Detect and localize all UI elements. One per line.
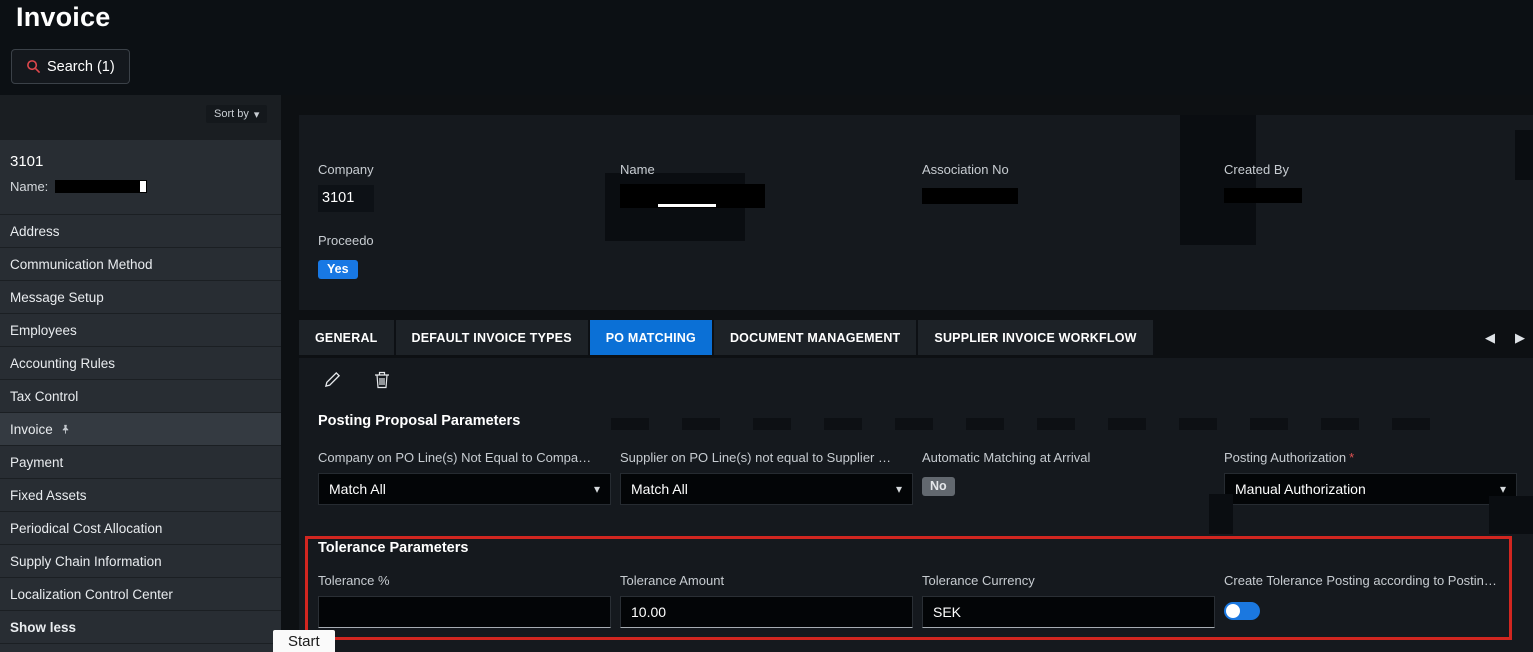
tab-supplier-invoice-workflow[interactable]: SUPPLIER INVOICE WORKFLOW bbox=[918, 320, 1155, 355]
sidebar: Sort by ▾ 3101 Name: Address Communicati… bbox=[0, 95, 281, 652]
field-created-by: Created By bbox=[1224, 162, 1526, 212]
po-matching-panel: Posting Proposal Parameters Company on P… bbox=[299, 358, 1533, 652]
tolerance-amount-input[interactable] bbox=[620, 596, 913, 628]
sidebar-item-employees[interactable]: Employees bbox=[0, 314, 281, 347]
field-tolerance-amount: Tolerance Amount bbox=[620, 573, 913, 628]
company-po-match-label: Company on PO Line(s) Not Equal to Compa… bbox=[318, 450, 592, 465]
field-association-no: Association No bbox=[922, 162, 1224, 212]
tab-document-management[interactable]: DOCUMENT MANAGEMENT bbox=[713, 320, 919, 355]
toolbar bbox=[321, 371, 393, 393]
field-supplier-po-match: Supplier on PO Line(s) not equal to Supp… bbox=[620, 450, 913, 505]
supplier-po-match-select[interactable]: Match All ▾ bbox=[620, 473, 913, 505]
record-name-label: Name: bbox=[10, 179, 49, 194]
name-label: Name bbox=[620, 162, 655, 177]
field-tolerance-currency: Tolerance Currency bbox=[922, 573, 1215, 628]
sidebar-item-tax-control[interactable]: Tax Control bbox=[0, 380, 281, 413]
start-button[interactable]: Start bbox=[273, 630, 335, 652]
created-by-label: Created By bbox=[1224, 162, 1290, 177]
tolerance-currency-input[interactable] bbox=[922, 596, 1215, 628]
tab-bar: GENERAL DEFAULT INVOICE TYPES PO MATCHIN… bbox=[299, 320, 1533, 355]
field-company: Company 3101 bbox=[318, 162, 620, 212]
pin-icon bbox=[60, 424, 71, 435]
redacted-row bbox=[611, 418, 1430, 430]
chevron-down-icon: ▾ bbox=[1499, 482, 1506, 496]
proceedo-badge: Yes bbox=[318, 260, 358, 279]
trash-icon bbox=[374, 371, 390, 394]
pencil-icon bbox=[324, 371, 341, 393]
sidebar-item-message-setup[interactable]: Message Setup bbox=[0, 281, 281, 314]
sidebar-item-accounting-rules[interactable]: Accounting Rules bbox=[0, 347, 281, 380]
chevron-down-icon: ▾ bbox=[593, 482, 600, 496]
sidebar-nav: Address Communication Method Message Set… bbox=[0, 215, 281, 644]
sort-by-button[interactable]: Sort by ▾ bbox=[206, 105, 268, 123]
automatic-matching-badge: No bbox=[922, 477, 955, 496]
tolerance-section-title: Tolerance Parameters bbox=[318, 540, 469, 556]
sidebar-item-invoice[interactable]: Invoice bbox=[0, 413, 281, 446]
field-posting-authorization: Posting Authorization * Manual Authorizat… bbox=[1224, 450, 1517, 505]
delete-button[interactable] bbox=[371, 371, 393, 393]
search-button[interactable]: Search (1) bbox=[11, 49, 130, 84]
edit-button[interactable] bbox=[321, 371, 343, 393]
posting-authorization-label: Posting Authorization * bbox=[1224, 450, 1355, 465]
tab-scroll-right-icon[interactable]: ▶ bbox=[1515, 330, 1525, 346]
redacted-association-value bbox=[922, 188, 1018, 204]
field-name: Name bbox=[620, 162, 922, 212]
summary-card: Company 3101 Name Association No Created… bbox=[299, 115, 1533, 310]
proceedo-label: Proceedo bbox=[318, 233, 374, 248]
sidebar-item-periodical-cost-allocation[interactable]: Periodical Cost Allocation bbox=[0, 512, 281, 545]
search-button-label: Search (1) bbox=[47, 58, 115, 75]
search-icon bbox=[26, 59, 41, 74]
page-title: Invoice bbox=[16, 2, 111, 32]
posting-authorization-select[interactable]: Manual Authorization ▾ bbox=[1224, 473, 1517, 505]
supplier-po-match-label: Supplier on PO Line(s) not equal to Supp… bbox=[620, 450, 891, 465]
tolerance-percent-input[interactable] bbox=[318, 596, 611, 628]
record-id: 3101 bbox=[10, 153, 44, 170]
redacted-name-value bbox=[620, 184, 765, 208]
redacted-block bbox=[1489, 496, 1533, 534]
sidebar-item-supply-chain-information[interactable]: Supply Chain Information bbox=[0, 545, 281, 578]
field-proceedo: Proceedo Yes bbox=[318, 233, 374, 279]
record-header[interactable]: 3101 Name: bbox=[0, 140, 281, 215]
sidebar-item-localization-control-center[interactable]: Localization Control Center bbox=[0, 578, 281, 611]
tab-default-invoice-types[interactable]: DEFAULT INVOICE TYPES bbox=[395, 320, 590, 355]
tolerance-currency-label: Tolerance Currency bbox=[922, 573, 1035, 588]
field-tolerance-percent: Tolerance % bbox=[318, 573, 611, 628]
chevron-down-icon: ▾ bbox=[895, 482, 902, 496]
sidebar-item-address[interactable]: Address bbox=[0, 215, 281, 248]
sidebar-item-fixed-assets[interactable]: Fixed Assets bbox=[0, 479, 281, 512]
tolerance-posting-toggle[interactable] bbox=[1224, 602, 1260, 620]
field-company-po-match: Company on PO Line(s) Not Equal to Compa… bbox=[318, 450, 611, 505]
automatic-matching-label: Automatic Matching at Arrival bbox=[922, 450, 1091, 465]
association-no-label: Association No bbox=[922, 162, 1009, 177]
company-value: 3101 bbox=[318, 185, 374, 212]
chevron-down-icon: ▾ bbox=[253, 108, 260, 121]
redacted-created-by-value bbox=[1224, 188, 1302, 203]
tab-scroll-controls: ◀ ▶ bbox=[1485, 321, 1525, 354]
redacted-record-name bbox=[55, 180, 148, 193]
app-header: Invoice Search (1) bbox=[0, 0, 1533, 95]
tab-general[interactable]: GENERAL bbox=[299, 320, 396, 355]
tolerance-posting-label: Create Tolerance Posting according to Po… bbox=[1224, 573, 1497, 588]
sort-by-label: Sort by bbox=[214, 108, 249, 120]
show-less-button[interactable]: Show less bbox=[0, 611, 281, 644]
required-asterisk: * bbox=[1349, 450, 1355, 465]
company-po-match-select[interactable]: Match All ▾ bbox=[318, 473, 611, 505]
tab-po-matching[interactable]: PO MATCHING bbox=[589, 320, 714, 355]
field-automatic-matching: Automatic Matching at Arrival No bbox=[922, 450, 1215, 505]
field-tolerance-posting: Create Tolerance Posting according to Po… bbox=[1224, 573, 1517, 628]
tab-scroll-left-icon[interactable]: ◀ bbox=[1485, 330, 1495, 346]
sidebar-item-communication-method[interactable]: Communication Method bbox=[0, 248, 281, 281]
redacted-block bbox=[1209, 494, 1233, 534]
tolerance-percent-label: Tolerance % bbox=[318, 573, 390, 588]
main-area: Company 3101 Name Association No Created… bbox=[281, 95, 1533, 652]
sidebar-item-payment[interactable]: Payment bbox=[0, 446, 281, 479]
toggle-knob bbox=[1226, 604, 1240, 618]
company-label: Company bbox=[318, 162, 374, 177]
posting-section-title: Posting Proposal Parameters bbox=[318, 413, 521, 429]
tolerance-amount-label: Tolerance Amount bbox=[620, 573, 725, 588]
